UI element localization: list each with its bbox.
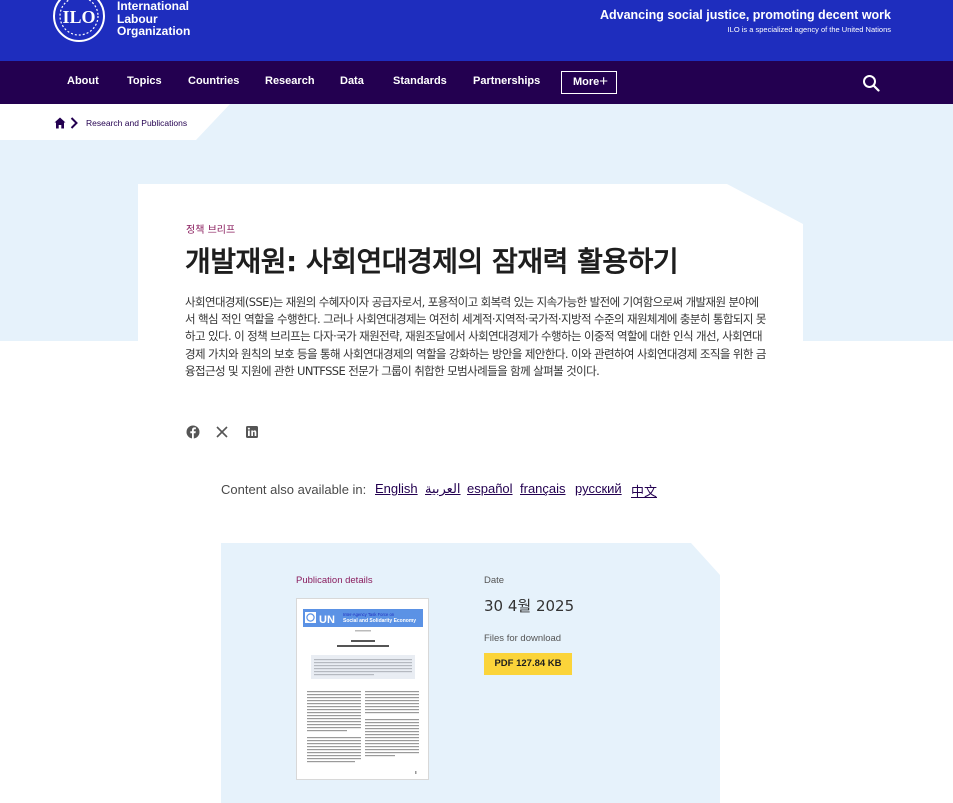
date-label: Date xyxy=(484,575,505,586)
home-icon[interactable] xyxy=(54,117,66,129)
nav-item-partnerships[interactable]: Partnerships xyxy=(473,75,540,87)
nav-item-data[interactable]: Data xyxy=(340,75,364,87)
content-type-label: 정책 브리프 xyxy=(186,225,236,236)
pdf-download-button[interactable]: PDF 127.84 KB xyxy=(484,653,572,675)
x-icon[interactable] xyxy=(215,425,229,439)
language-link-spanish[interactable]: español xyxy=(467,481,513,496)
top-header: ILO International Labour Organization Ad… xyxy=(0,0,953,61)
language-link-french[interactable]: français xyxy=(520,481,566,496)
cover-preview: UN Inter-Agency Task Force on Social and… xyxy=(303,609,423,774)
linkedin-icon[interactable] xyxy=(245,425,259,439)
publication-cover-thumbnail[interactable]: UN Inter-Agency Task Force on Social and… xyxy=(296,598,429,780)
logo-text: ILO xyxy=(62,7,95,27)
facebook-icon[interactable] xyxy=(186,425,200,439)
publication-details-label: Publication details xyxy=(296,575,373,586)
languages-label: Content also available in: xyxy=(221,482,367,497)
publication-date: 30 4월 2025 xyxy=(484,597,575,615)
banner-line-2: Social and Solidarity Economy xyxy=(343,618,416,624)
plus-icon: + xyxy=(599,73,608,90)
org-name-line: International xyxy=(117,0,190,13)
files-for-download-label: Files for download xyxy=(484,633,562,644)
more-label: More xyxy=(573,76,600,88)
ilo-logo[interactable]: ILO xyxy=(50,0,108,46)
language-link-chinese[interactable]: 中文 xyxy=(631,481,657,500)
language-link-arabic[interactable]: العربية xyxy=(425,481,461,497)
language-link-russian[interactable]: русский xyxy=(575,481,622,496)
language-link-english[interactable]: English xyxy=(375,481,418,496)
nav-item-topics[interactable]: Topics xyxy=(127,75,162,87)
article-summary: 사회연대경제(SSE)는 재원의 수혜자이자 공급자로서, 포용적이고 회복력 … xyxy=(185,295,766,378)
tagline-main: Advancing social justice, promoting dece… xyxy=(599,8,891,22)
nav-item-countries[interactable]: Countries xyxy=(188,75,239,87)
nav-item-about[interactable]: About xyxy=(67,75,99,87)
breadcrumb-research-link[interactable]: Research and Publications xyxy=(86,118,187,128)
page-title: 개발재원: 사회연대경제의 잠재력 활용하기 xyxy=(185,245,679,278)
un-badge-text: UN xyxy=(319,614,335,626)
org-name-line: Organization xyxy=(117,24,191,38)
org-name[interactable]: International Labour Organization xyxy=(117,0,190,38)
main-nav: About Topics Countries Research Data Sta… xyxy=(0,61,953,104)
nav-item-standards[interactable]: Standards xyxy=(393,75,447,87)
search-icon[interactable] xyxy=(862,74,880,92)
chevron-right-icon xyxy=(70,117,78,129)
banner-line-1: Inter-Agency Task Force on xyxy=(343,612,395,617)
tagline: Advancing social justice, promoting dece… xyxy=(600,8,891,34)
tagline-sub: ILO is a specialized agency of the Unite… xyxy=(727,25,891,34)
more-button[interactable]: More + xyxy=(561,71,617,94)
nav-item-research[interactable]: Research xyxy=(265,75,315,87)
